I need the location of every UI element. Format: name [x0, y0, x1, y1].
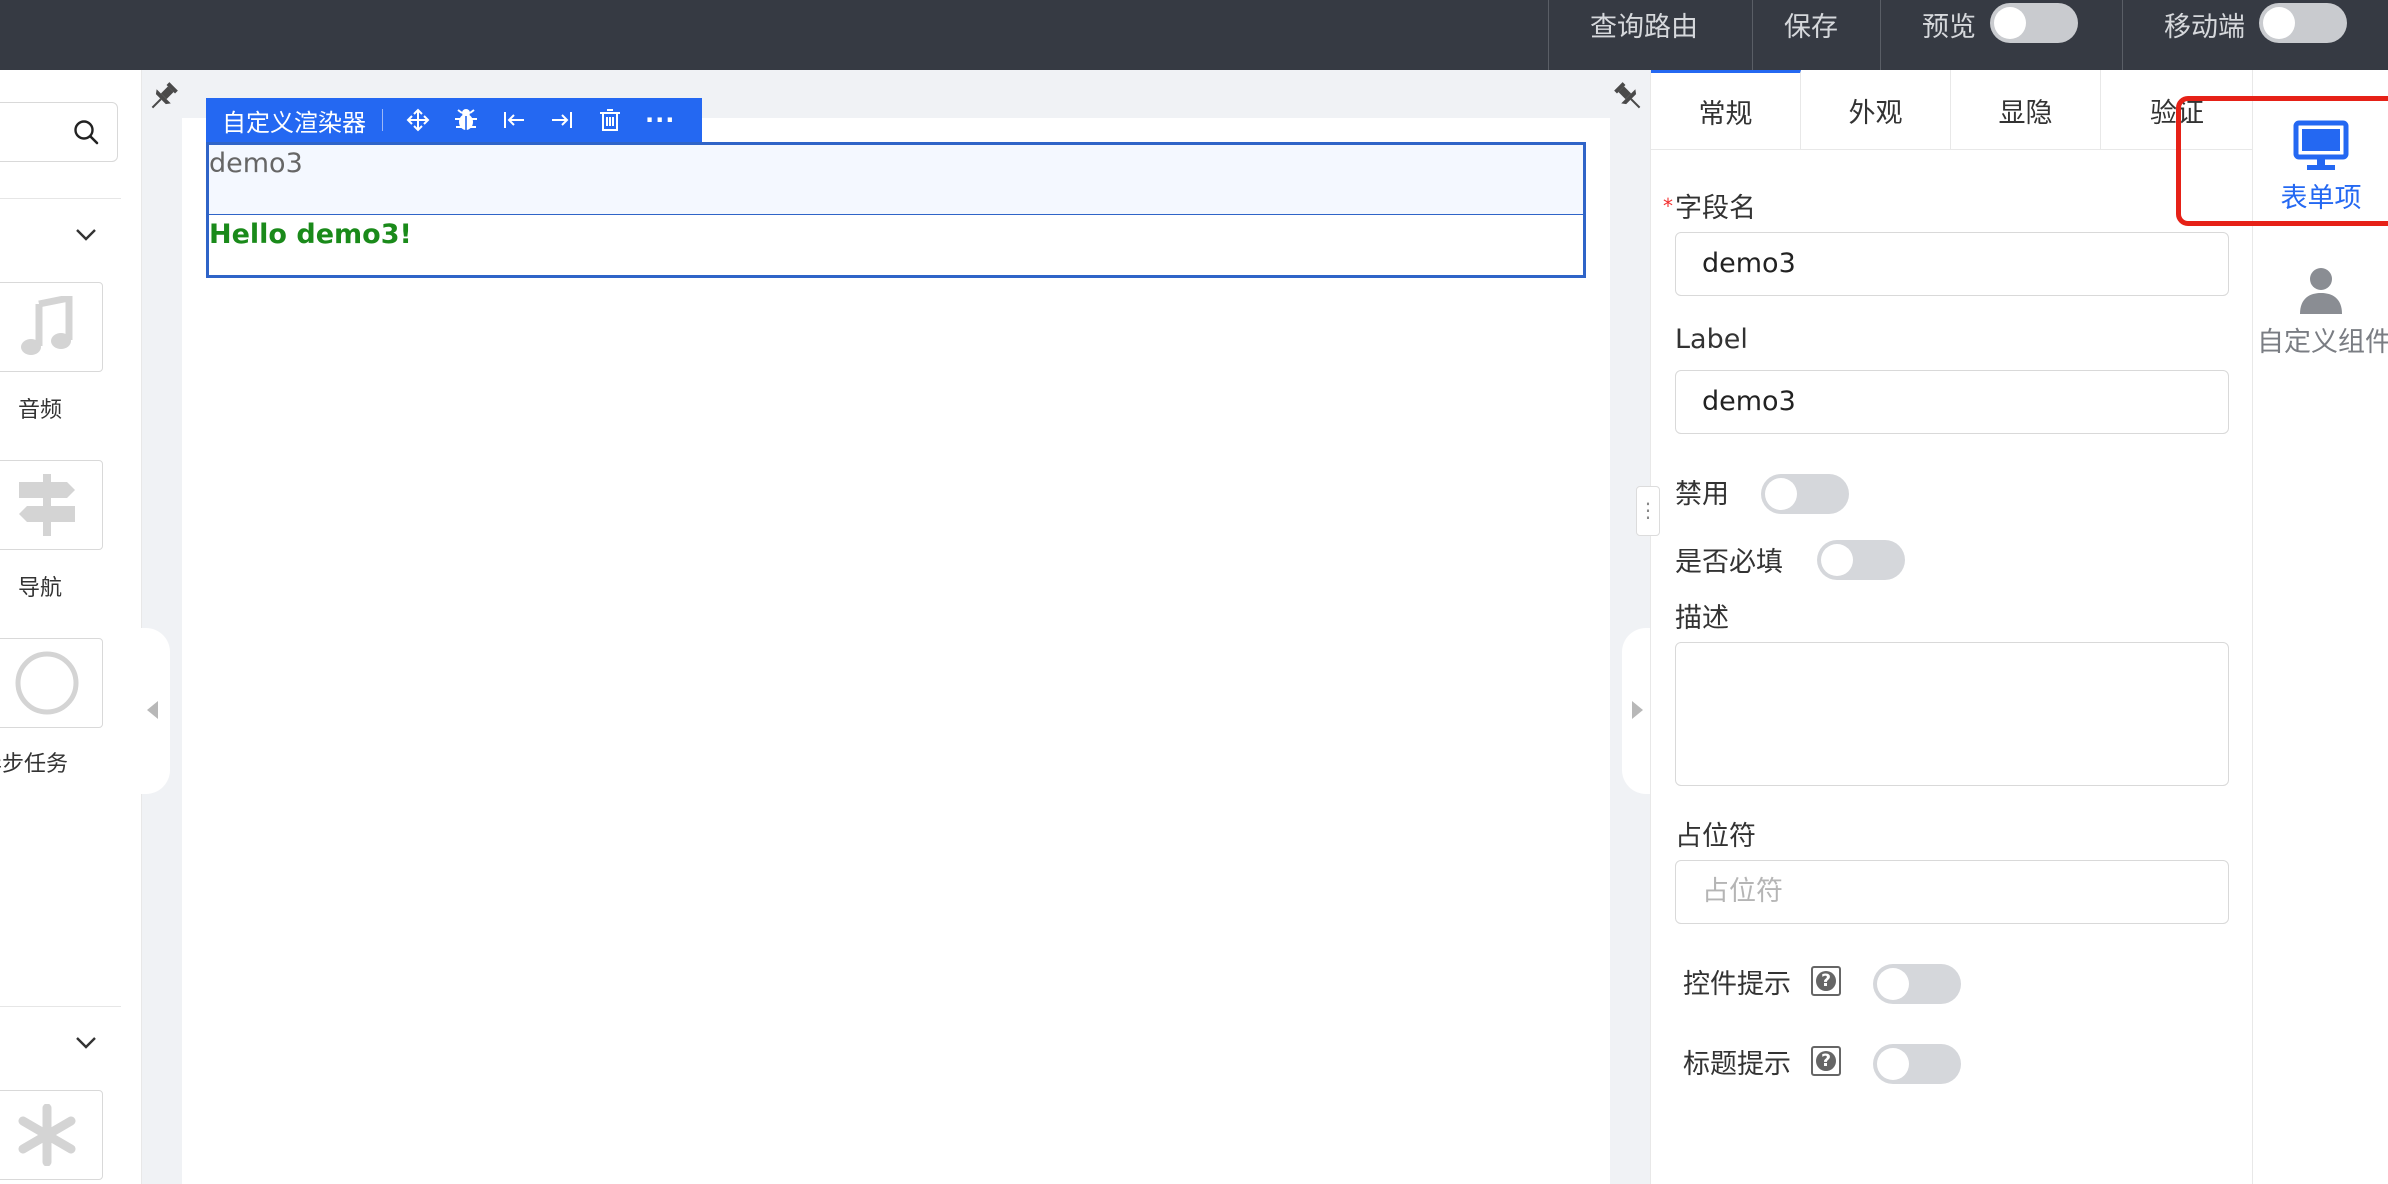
- component-search-input[interactable]: [0, 102, 118, 162]
- property-panel: 常规 外观 显隐 验证 *字段名 demo3 Label demo3 禁用 是否…: [1650, 70, 2253, 1184]
- circle-icon: [15, 651, 78, 715]
- required-mark: *: [1663, 194, 1673, 218]
- component-tile-audio[interactable]: [0, 282, 103, 372]
- tab-appearance[interactable]: 外观: [1801, 70, 1951, 150]
- collapse-left-icon: [147, 701, 158, 719]
- signpost-icon: [18, 474, 75, 536]
- mobile-control: 移动端: [2164, 0, 2347, 70]
- user-icon: [2300, 268, 2342, 314]
- top-bar: 查询路由 保存 预览 移动端: [0, 0, 2388, 70]
- left-panel-collapse-handle[interactable]: [140, 628, 170, 794]
- topbar-divider: [1548, 0, 1549, 70]
- panel-resize-handle[interactable]: ⋮: [1636, 486, 1660, 536]
- component-tile-navigation[interactable]: [0, 460, 103, 550]
- field-label-text: demo3: [209, 145, 1583, 215]
- required-label: 是否必填: [1675, 547, 1783, 578]
- field-name-input[interactable]: demo3: [1675, 232, 2229, 296]
- control-hint-switch[interactable]: [1873, 964, 1961, 1004]
- more-options-button[interactable]: ···: [645, 106, 675, 134]
- chevron-down-icon[interactable]: [72, 1028, 100, 1056]
- sidebar-item-custom-component[interactable]: 自定义组件: [2253, 266, 2388, 359]
- save-label: 保存: [1784, 12, 1838, 43]
- component-panel: 音频 导航 异步任务: [0, 70, 142, 1184]
- sidebar-item-label: 自定义组件: [2257, 327, 2388, 358]
- field-name-label: *字段名: [1663, 193, 1756, 224]
- control-hint-label: 控件提示: [1683, 969, 1791, 1000]
- title-hint-switch[interactable]: [1873, 1044, 1961, 1084]
- component-tile-asterisk[interactable]: [0, 1090, 103, 1180]
- title-hint-label: 标题提示: [1683, 1049, 1791, 1080]
- move-icon[interactable]: [405, 107, 431, 133]
- asterisk-icon: [18, 1104, 75, 1166]
- disabled-switch[interactable]: [1761, 474, 1849, 514]
- pin-icon[interactable]: [146, 80, 180, 114]
- selected-component-toolbar: 自定义渲染器 ···: [206, 98, 702, 142]
- component-tile-async-task[interactable]: [0, 638, 103, 728]
- label-input[interactable]: demo3: [1675, 370, 2229, 434]
- preview-toggle[interactable]: [1990, 3, 2078, 43]
- search-icon[interactable]: [73, 119, 99, 145]
- highlight-annotation: [2176, 96, 2388, 226]
- section-divider: [0, 198, 121, 199]
- toolbar-title: 自定义渲染器: [222, 108, 366, 137]
- move-first-icon[interactable]: [501, 107, 527, 133]
- topbar-divider: [2122, 0, 2123, 70]
- debug-bug-icon[interactable]: [453, 107, 479, 133]
- collapse-right-icon: [1632, 701, 1643, 719]
- move-last-icon[interactable]: [549, 107, 575, 133]
- music-note-icon: [20, 296, 72, 355]
- required-switch[interactable]: [1817, 540, 1905, 580]
- preview-control: 预览: [1922, 0, 2078, 70]
- description-label: 描述: [1675, 603, 1729, 634]
- save-button[interactable]: 保存: [1784, 0, 1838, 70]
- placeholder-label: 占位符: [1675, 821, 1756, 852]
- section-divider: [0, 1006, 121, 1007]
- query-route-button[interactable]: 查询路由: [1590, 0, 1698, 70]
- disabled-label: 禁用: [1675, 479, 1729, 510]
- rendered-output-text: Hello demo3!: [209, 219, 412, 250]
- mobile-label: 移动端: [2164, 12, 2245, 43]
- help-icon[interactable]: ?: [1811, 966, 1841, 996]
- component-label: 异步任务: [0, 752, 69, 777]
- tab-visibility[interactable]: 显隐: [1951, 70, 2101, 150]
- help-icon[interactable]: ?: [1811, 1046, 1841, 1076]
- query-route-label: 查询路由: [1590, 12, 1698, 43]
- toolbar-separator: [382, 109, 383, 131]
- placeholder-input[interactable]: 占位符: [1675, 860, 2229, 924]
- component-label: 音频: [17, 398, 62, 423]
- component-label: 导航: [17, 576, 62, 601]
- mobile-toggle[interactable]: [2259, 3, 2347, 43]
- property-tabs: 常规 外观 显隐 验证: [1651, 70, 2253, 150]
- right-sidebar: 表单项 自定义组件: [2252, 70, 2388, 1184]
- tab-general[interactable]: 常规: [1651, 70, 1801, 150]
- delete-icon[interactable]: [597, 107, 623, 133]
- selected-custom-renderer[interactable]: demo3 Hello demo3!: [206, 142, 1586, 278]
- right-panel-collapse-handle[interactable]: [1622, 628, 1652, 794]
- label-label: Label: [1675, 324, 1748, 355]
- description-textarea[interactable]: [1675, 642, 2229, 786]
- chevron-down-icon[interactable]: [72, 220, 100, 248]
- topbar-divider: [1752, 0, 1753, 70]
- topbar-divider: [1880, 0, 1881, 70]
- preview-label: 预览: [1922, 12, 1976, 43]
- pin-icon[interactable]: [1612, 80, 1646, 114]
